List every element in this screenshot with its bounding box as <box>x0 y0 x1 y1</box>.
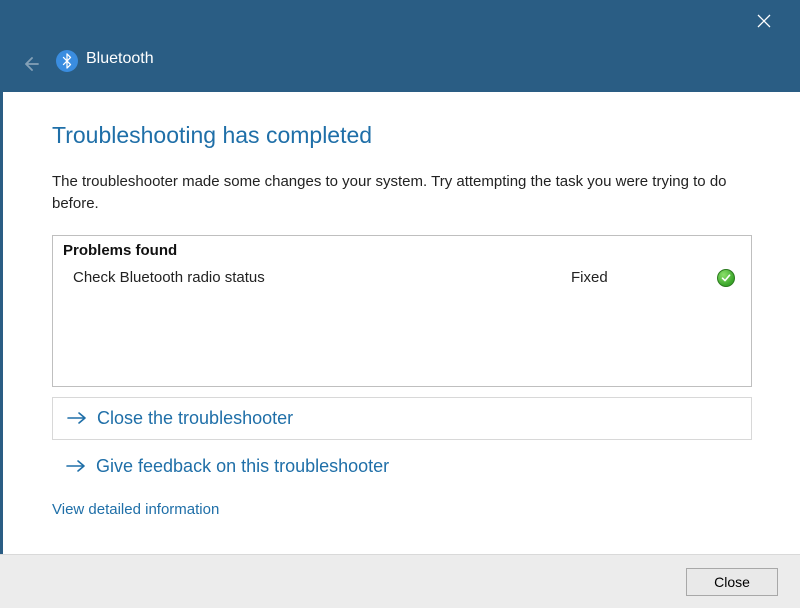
app-title: Bluetooth <box>86 50 154 68</box>
fixed-check-icon <box>717 269 735 287</box>
view-detailed-information-link[interactable]: View detailed information <box>52 501 219 518</box>
give-feedback-label: Give feedback on this troubleshooter <box>96 456 389 477</box>
back-button[interactable] <box>18 52 42 76</box>
problem-status-icon-wrap <box>711 269 735 287</box>
close-icon <box>757 14 771 28</box>
problem-row: Check Bluetooth radio status Fixed <box>53 263 751 293</box>
problem-status: Fixed <box>571 269 711 286</box>
problems-found-box: Problems found Check Bluetooth radio sta… <box>52 235 752 387</box>
back-arrow-icon <box>21 55 39 73</box>
problem-description: Check Bluetooth radio status <box>73 269 571 286</box>
problems-found-header: Problems found <box>53 236 751 263</box>
close-troubleshooter-label: Close the troubleshooter <box>97 408 293 429</box>
window-close-button[interactable] <box>742 6 786 36</box>
bluetooth-icon <box>56 50 78 72</box>
give-feedback-option[interactable]: Give feedback on this troubleshooter <box>52 454 752 479</box>
arrow-right-icon <box>66 459 86 473</box>
window-border-left <box>0 92 3 554</box>
dialog-footer: Close <box>0 554 800 608</box>
close-troubleshooter-option[interactable]: Close the troubleshooter <box>52 397 752 440</box>
titlebar: Bluetooth <box>0 0 800 92</box>
arrow-right-icon <box>67 411 87 425</box>
page-title: Troubleshooting has completed <box>52 122 752 149</box>
page-description: The troubleshooter made some changes to … <box>52 171 752 215</box>
close-button[interactable]: Close <box>686 568 778 596</box>
content-area: Troubleshooting has completed The troubl… <box>0 92 800 519</box>
